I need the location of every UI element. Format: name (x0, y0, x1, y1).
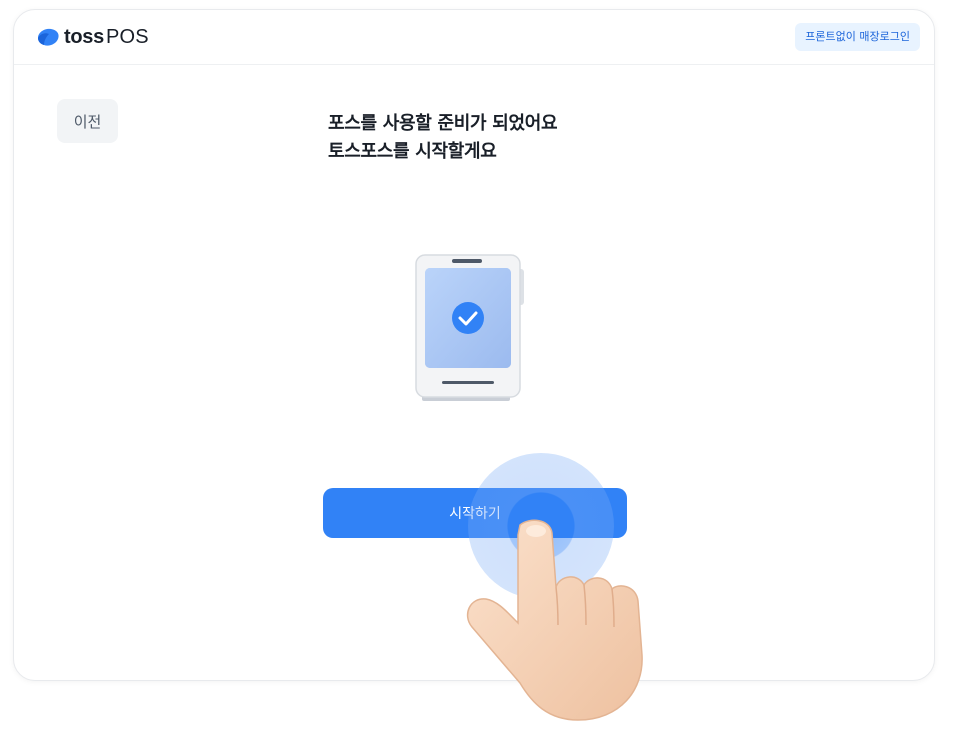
top-bar: toss POS 프론트없이 매장로그인 (14, 10, 934, 65)
pos-terminal-check-icon (412, 251, 528, 407)
pointing-hand-icon (460, 515, 660, 729)
back-button[interactable]: 이전 (57, 99, 118, 143)
toss-logo-icon (38, 28, 59, 46)
toss-pos-logo: toss POS (36, 24, 149, 50)
front-login-button[interactable]: 프론트없이 매장로그인 (795, 23, 920, 51)
app-stage: toss POS 프론트없이 매장로그인 이전 포스를 사용할 준비가 되었어요… (0, 0, 956, 730)
logo-pos-text: POS (105, 25, 149, 48)
headline-line-2: 토스포스를 시작할게요 (328, 141, 497, 162)
headline-line-1: 포스를 사용할 준비가 되었어요 (328, 113, 558, 134)
page-title: 포스를 사용할 준비가 되었어요 토스포스를 시작할게요 (328, 110, 558, 166)
logo-toss-text: toss (64, 25, 104, 48)
